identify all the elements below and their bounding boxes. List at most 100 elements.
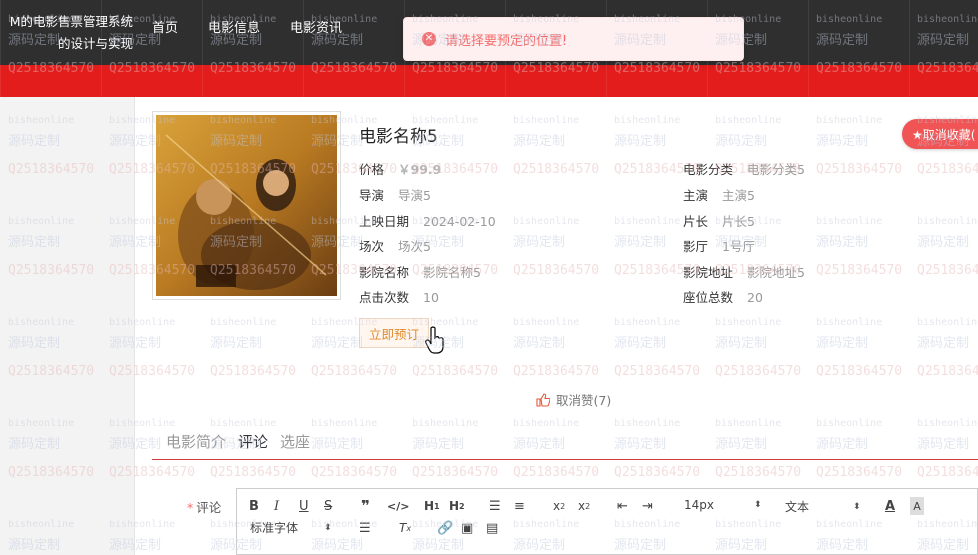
strikethrough-icon[interactable]: S (324, 497, 332, 515)
field-label: 场次 (359, 239, 385, 254)
rich-text-editor[interactable]: B I U S ❞ </> H1 H2 ☰ ≡ x2 x2 ⇤ ⇥ 14px ⬍ … (236, 488, 978, 555)
subscript-icon[interactable]: x2 (553, 497, 565, 515)
unlike-button[interactable]: 取消赞(7) (536, 390, 611, 409)
field-cast: 主演 主演5 (683, 185, 755, 204)
error-circle-icon: ✕ (422, 32, 436, 46)
brand-title-line2: 的设计与实现 (57, 35, 133, 51)
watermark-text: bisheonline (8, 519, 74, 530)
text-type-select[interactable]: 文本 ⬍ (785, 498, 861, 515)
indent-icon[interactable]: ⇥ (642, 497, 653, 515)
tab-intro[interactable]: 电影简介 (166, 430, 226, 459)
watermark-text: 源码定制 (8, 235, 60, 250)
heading2-icon[interactable]: H2 (449, 497, 465, 515)
thumbs-up-icon (536, 392, 550, 407)
watermark-text: Q2518364570 (8, 364, 94, 379)
field-cinema-name: 影院名称 影院名称5 (359, 262, 481, 281)
font-family-select[interactable]: 标准字体 ⬍ (250, 519, 332, 536)
font-family-value: 标准字体 (250, 521, 299, 535)
field-value: 1号厅 (722, 239, 755, 254)
field-label: 片长 (683, 214, 709, 229)
field-director: 导演 导演5 (359, 185, 431, 204)
field-value: 影院地址5 (747, 265, 805, 280)
watermark-text: 源码定制 (8, 538, 60, 553)
field-label: 座位总数 (683, 290, 734, 305)
field-value: 2024-02-10 (423, 214, 496, 229)
video-icon[interactable]: ▤ (486, 519, 498, 537)
nav-item-home[interactable]: 首页 (140, 0, 196, 65)
ordered-list-icon[interactable]: ☰ (489, 497, 501, 515)
font-size-select[interactable]: 14px ⬍ (684, 498, 762, 512)
watermark-text: bisheonline (8, 115, 74, 126)
movie-title: 电影名称5 (359, 127, 438, 147)
field-price: 价格 ￥99.9 (359, 159, 441, 178)
hand-pointer-icon (425, 326, 444, 354)
blockquote-icon[interactable]: ❞ (361, 497, 370, 515)
field-seat-total: 座位总数 20 (683, 287, 763, 306)
clear-format-icon[interactable]: Tx (399, 519, 411, 537)
text-type-value: 文本 (785, 500, 810, 514)
select-arrows-icon: ⬍ (324, 522, 332, 533)
bullet-list-icon[interactable]: ≡ (514, 497, 525, 515)
like-count-label: 取消赞(7) (556, 393, 612, 408)
bold-icon[interactable]: B (249, 497, 259, 515)
tab-comments[interactable]: 评论 (238, 430, 268, 459)
field-value: 导演5 (398, 188, 431, 203)
code-icon[interactable]: </> (387, 497, 409, 515)
watermark-text: Q2518364570 (8, 162, 94, 177)
field-label: 影厅 (683, 239, 709, 254)
field-value: 10 (423, 290, 439, 305)
nav-item-movies[interactable]: 电影信息 (196, 0, 278, 65)
field-hall: 影厅 1号厅 (683, 236, 755, 255)
field-release-date: 上映日期 2024-02-10 (359, 211, 496, 230)
field-value: 片长5 (722, 214, 755, 229)
italic-icon[interactable]: I (274, 497, 279, 515)
unfavorite-button[interactable]: ★取消收藏( (902, 119, 978, 149)
superscript-icon[interactable]: x2 (578, 497, 590, 515)
outdent-icon[interactable]: ⇤ (617, 497, 628, 515)
field-label: 上映日期 (359, 214, 410, 229)
field-session: 场次 场次5 (359, 236, 431, 255)
field-value: ￥99.9 (398, 162, 442, 177)
field-label: 导演 (359, 188, 385, 203)
image-icon[interactable]: ▣ (461, 519, 473, 537)
heading1-icon[interactable]: H1 (424, 497, 440, 515)
field-duration: 片长 片长5 (683, 211, 755, 230)
link-icon[interactable]: 🔗 (437, 519, 453, 537)
background-color-icon[interactable]: A (910, 497, 924, 515)
tab-seat-selection[interactable]: 选座 (280, 430, 310, 459)
toast-message: 请选择要预定的位置! (445, 33, 568, 49)
error-toast: ✕ 请选择要预定的位置! (403, 17, 744, 61)
book-now-button[interactable]: 立即预订 (359, 318, 429, 348)
select-arrows-icon: ⬍ (754, 500, 762, 510)
select-arrows-icon: ⬍ (853, 501, 861, 512)
brand-title-line1: M的电影售票管理系统 (9, 13, 133, 29)
comment-field-label: * 评论 (187, 497, 221, 516)
field-value: 影院名称5 (423, 265, 481, 280)
field-label: 点击次数 (359, 290, 410, 305)
watermark-text: 源码定制 (8, 336, 60, 351)
font-color-icon[interactable]: A (885, 497, 895, 515)
field-label: 电影分类 (683, 162, 734, 177)
watermark-text: bisheonline (8, 317, 74, 328)
field-label: 价格 (359, 162, 385, 177)
field-label: 影院名称 (359, 265, 410, 280)
field-cinema-address: 影院地址 影院地址5 (683, 262, 805, 281)
field-value: 场次5 (398, 239, 431, 254)
detail-tabs: 电影简介 评论 选座 (152, 430, 978, 460)
header-red-stripe (0, 65, 978, 97)
site-brand[interactable]: M的电影售票管理系统 的设计与实现 (0, 0, 140, 65)
underline-icon[interactable]: U (299, 497, 309, 515)
main-nav: 首页 电影信息 电影资讯 (140, 0, 360, 65)
nav-item-news[interactable]: 电影资讯 (278, 0, 360, 65)
required-mark: * (187, 500, 194, 515)
align-icon[interactable]: ☰ (359, 519, 371, 537)
font-size-value: 14px (684, 498, 714, 512)
comment-label-text: 评论 (196, 500, 222, 515)
field-category: 电影分类 电影分类5 (683, 159, 805, 178)
watermark-text: bisheonline (8, 216, 74, 227)
watermark-text: 源码定制 (8, 437, 60, 452)
watermark-text: bisheonline (8, 418, 74, 429)
field-value: 主演5 (722, 188, 755, 203)
watermark-text: Q2518364570 (8, 263, 94, 278)
field-label: 主演 (683, 188, 709, 203)
